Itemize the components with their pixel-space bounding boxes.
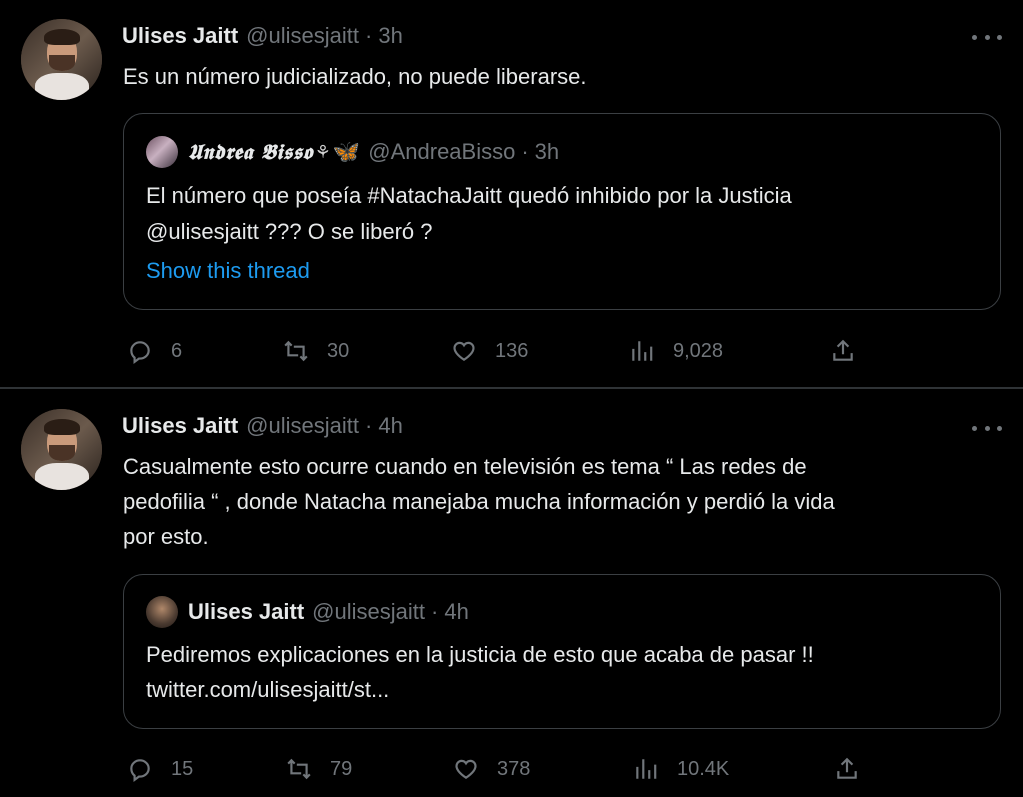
quote-header: 𝖀𝖓𝖉𝖗𝖊𝖆 𝕭𝖎𝖘𝖘𝖔 ⚘ 🦋 @AndreaBisso · 3h bbox=[146, 134, 559, 170]
quote-author-name: Ulises Jaitt bbox=[188, 599, 305, 624]
quote-text-line: @ulisesjaitt ??? O se liberó ? bbox=[146, 219, 433, 244]
views-button[interactable]: 10.4K bbox=[633, 754, 729, 784]
share-button[interactable] bbox=[830, 336, 874, 366]
author-avatar[interactable] bbox=[21, 409, 102, 490]
retweet-button[interactable]: 30 bbox=[283, 336, 349, 366]
views-count: 9,028 bbox=[673, 339, 724, 362]
quote-header: Ulises Jaitt @ulisesjaitt · 4h bbox=[146, 594, 469, 630]
like-count: 136 bbox=[495, 339, 529, 362]
heart-icon bbox=[453, 341, 475, 361]
butterfly-icon: 🦋 bbox=[332, 139, 361, 164]
quote-author-handle: @ulisesjaitt bbox=[312, 599, 425, 624]
reply-icon bbox=[130, 341, 150, 364]
retweet-count: 30 bbox=[327, 339, 350, 362]
tweet-text: Es un número judicializado, no puede lib… bbox=[123, 64, 587, 89]
tweet-text-line: pedofilia “ , donde Natacha manejaba muc… bbox=[123, 489, 835, 514]
share-button[interactable] bbox=[834, 754, 878, 784]
flower-icon: ⚘ bbox=[314, 141, 331, 162]
separator: · bbox=[521, 139, 529, 164]
author-handle[interactable]: @ulisesjaitt bbox=[246, 23, 359, 49]
tweet-text-line: por esto. bbox=[123, 524, 209, 549]
tweet[interactable]: Ulises Jaitt @ulisesjaitt · 3h Es un núm… bbox=[0, 0, 1023, 388]
separator: · bbox=[365, 413, 373, 438]
quote-timestamp: 3h bbox=[534, 139, 560, 164]
author-name[interactable]: Ulises Jaitt bbox=[122, 23, 238, 49]
quote-link[interactable]: twitter.com/ulisesjaitt/st... bbox=[146, 671, 986, 708]
separator: · bbox=[365, 23, 373, 48]
tweet-actions: 6 30 136 9,028 bbox=[0, 336, 1023, 366]
timestamp[interactable]: 3h bbox=[378, 23, 402, 49]
tweet-text-line: Casualmente esto ocurre cuando en televi… bbox=[123, 454, 807, 479]
more-icon[interactable] bbox=[972, 423, 1002, 433]
timestamp[interactable]: 4h bbox=[378, 413, 402, 439]
like-button[interactable]: 136 bbox=[451, 336, 528, 366]
share-icon bbox=[837, 757, 857, 779]
like-button[interactable]: 378 bbox=[453, 754, 530, 784]
analytics-icon bbox=[636, 759, 657, 779]
quote-author-avatar bbox=[146, 596, 178, 628]
quote-timestamp: 4h bbox=[444, 599, 469, 624]
quoted-tweet[interactable]: 𝖀𝖓𝖉𝖗𝖊𝖆 𝕭𝖎𝖘𝖘𝖔 ⚘ 🦋 @AndreaBisso · 3h El nú… bbox=[123, 113, 1001, 310]
reply-count: 6 bbox=[171, 339, 183, 362]
separator: · bbox=[431, 599, 439, 624]
quote-text-line: Pediremos explicaciones en la justicia d… bbox=[146, 642, 814, 667]
author-handle[interactable]: @ulisesjaitt bbox=[246, 413, 359, 439]
tweet-header: Ulises Jaitt @ulisesjaitt · 4h bbox=[122, 411, 403, 441]
tweet-header: Ulises Jaitt @ulisesjaitt · 3h bbox=[122, 21, 403, 51]
quote-text-line: El número que poseía #NatachaJaitt quedó… bbox=[146, 183, 792, 208]
retweet-count: 79 bbox=[330, 757, 353, 780]
more-icon[interactable] bbox=[972, 32, 1002, 42]
retweet-button[interactable]: 79 bbox=[286, 754, 352, 784]
quote-author-name: 𝖀𝖓𝖉𝖗𝖊𝖆 𝕭𝖎𝖘𝖘𝖔 bbox=[188, 139, 313, 164]
quoted-tweet[interactable]: Ulises Jaitt @ulisesjaitt · 4h Pediremos… bbox=[123, 574, 1001, 729]
retweet-icon bbox=[284, 340, 308, 362]
heart-icon bbox=[455, 759, 477, 779]
author-avatar[interactable] bbox=[21, 19, 102, 100]
author-name[interactable]: Ulises Jaitt bbox=[122, 413, 238, 439]
analytics-icon bbox=[632, 341, 653, 361]
tweet-actions: 15 79 378 10.4K bbox=[0, 754, 1023, 784]
quote-author-avatar bbox=[146, 136, 178, 168]
reply-icon bbox=[130, 759, 150, 782]
tweet[interactable]: Ulises Jaitt @ulisesjaitt · 4h Casualmen… bbox=[0, 389, 1023, 797]
reply-count: 15 bbox=[171, 757, 194, 780]
views-button[interactable]: 9,028 bbox=[629, 336, 723, 366]
retweet-icon bbox=[287, 758, 311, 780]
reply-button[interactable]: 15 bbox=[127, 754, 193, 784]
like-count: 378 bbox=[497, 757, 531, 780]
quote-author-handle: @AndreaBisso bbox=[368, 139, 516, 164]
show-thread-link[interactable]: Show this thread bbox=[146, 258, 310, 284]
views-count: 10.4K bbox=[677, 757, 730, 780]
share-icon bbox=[833, 339, 853, 361]
reply-button[interactable]: 6 bbox=[127, 336, 182, 366]
